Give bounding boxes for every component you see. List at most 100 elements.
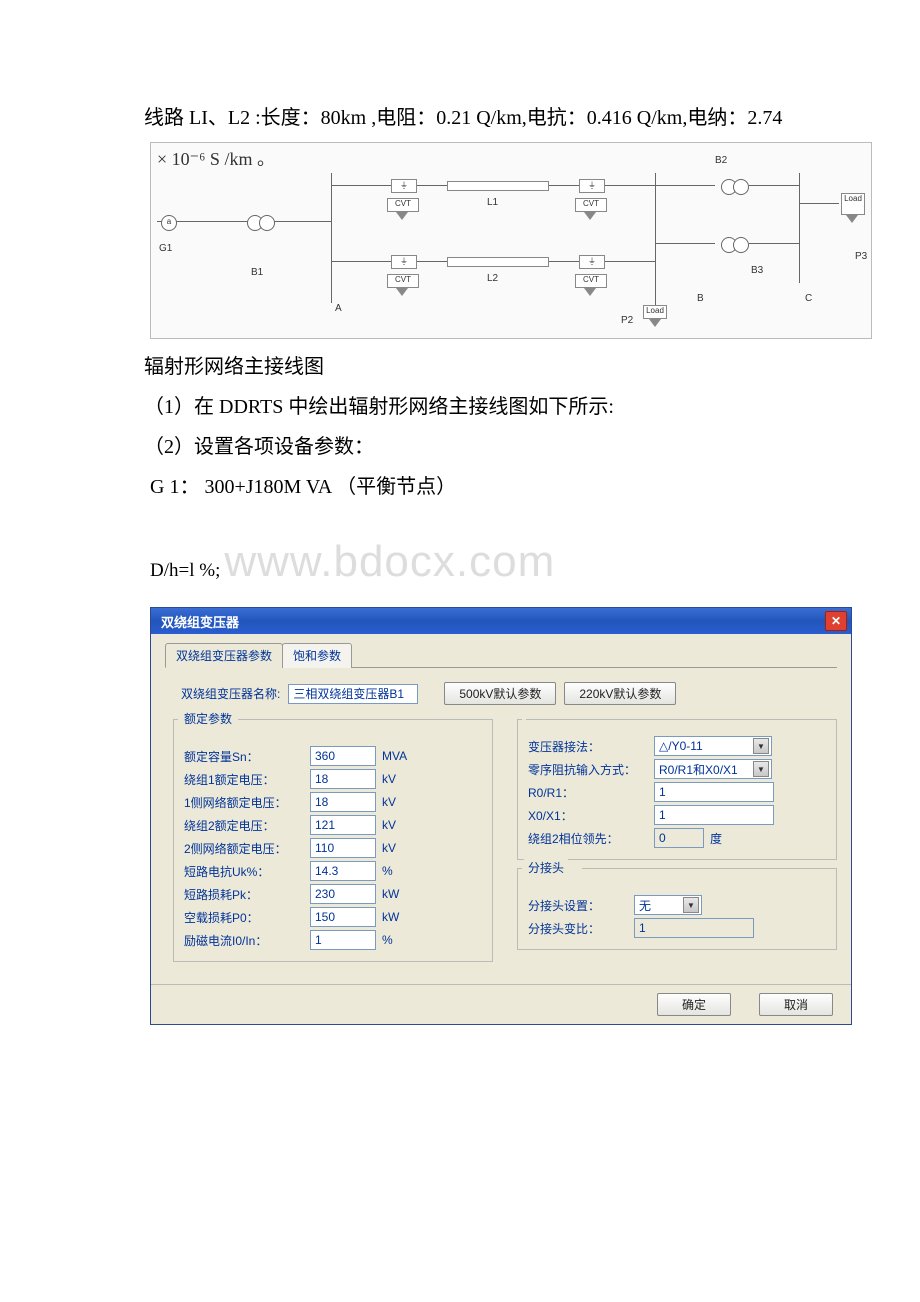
group-tap-legend: 分接头 (524, 859, 568, 876)
rated-label: 2侧网络额定电压： (184, 840, 304, 857)
rated-unit: kV (382, 818, 412, 832)
conn-row: R0/R1： 1 (528, 782, 826, 802)
line-l2 (447, 257, 549, 267)
rated-row: 励磁电流I0/In：1% (184, 930, 482, 950)
chevron-down-icon: ▼ (753, 761, 769, 777)
rated-row: 短路电抗Uk%：14.3% (184, 861, 482, 881)
label-g1: G1 (159, 243, 172, 254)
rated-label: 额定容量Sn： (184, 748, 304, 765)
switch-upper-left: ⏚ (391, 179, 417, 193)
tab-saturation[interactable]: 饱和参数 (282, 643, 352, 668)
name-label: 双绕组变压器名称: (181, 685, 280, 702)
rated-input[interactable]: 360 (310, 746, 376, 766)
readonly-field: 0 (654, 828, 704, 848)
label-p2: P2 (621, 315, 633, 326)
tap-combo[interactable]: 无▼ (634, 895, 702, 915)
step-2: （2）设置各项设备参数： (80, 429, 860, 465)
group-tap: 分接头 分接头设置：无▼分接头变比：1 (517, 868, 837, 950)
tap-ratio-field: 1 (634, 918, 754, 938)
rated-input[interactable]: 18 (310, 769, 376, 789)
combo-变压器接法：[interactable]: △/Y0-11▼ (654, 736, 772, 756)
rated-label: 绕组2额定电压： (184, 817, 304, 834)
transformer-name-input[interactable]: 三相双绕组变压器B1 (288, 684, 418, 704)
switch-upper-right: ⏚ (579, 179, 605, 193)
rated-unit: kV (382, 841, 412, 855)
rated-label: 短路损耗Pk： (184, 886, 304, 903)
fig-unit-expr: × 10⁻⁶ S /km 。 (157, 145, 275, 171)
rated-input[interactable]: 18 (310, 792, 376, 812)
btn-220kv-defaults[interactable]: 220kV默认参数 (564, 682, 676, 705)
switch-lower-right: ⏚ (579, 255, 605, 269)
conn-label: R0/R1： (528, 784, 648, 801)
chevron-down-icon: ▼ (753, 738, 769, 754)
rated-row: 短路损耗Pk： 230 kW (184, 884, 482, 904)
rated-unit: MVA (382, 749, 412, 763)
cvt-lower-right: CVT (575, 274, 607, 288)
rated-row: 绕组2额定电压： 121 kV (184, 815, 482, 835)
tap-label: 分接头设置： (528, 897, 628, 914)
cvt-upper-left: CVT (387, 198, 419, 212)
rated-row: 空载损耗P0：150kW (184, 907, 482, 927)
btn-500kv-defaults[interactable]: 500kV默认参数 (444, 682, 556, 705)
label-p3: P3 (855, 251, 867, 262)
line-l1 (447, 181, 549, 191)
group-rated-legend: 额定参数 (180, 710, 236, 727)
dialog-titlebar[interactable]: 双绕组变压器 ✕ (151, 608, 851, 634)
switch-lower-left: ⏚ (391, 255, 417, 269)
circuit-diagram: × 10⁻⁶ S /km 。 a G1 B1 ⏚ CVT L1 ⏚ CVT ⏚ … (150, 142, 872, 339)
load-p2: Load (643, 305, 667, 319)
rated-label: 绕组1额定电压： (184, 771, 304, 788)
rated-input[interactable]: 150 (310, 907, 376, 927)
rated-input[interactable]: 230 (310, 884, 376, 904)
watermark: www.bdocx.com (224, 537, 555, 587)
label-b3: B3 (751, 265, 763, 276)
chevron-down-icon: ▼ (683, 897, 699, 913)
text-input[interactable]: 1 (654, 805, 774, 825)
close-button[interactable]: ✕ (825, 611, 847, 631)
generator-icon: a (161, 215, 177, 231)
tap-label: 分接头变比： (528, 920, 628, 937)
rated-unit: % (382, 933, 412, 947)
rated-row: 绕组1额定电压：18kV (184, 769, 482, 789)
transformer-dialog: 双绕组变压器 ✕ 双绕组变压器参数 饱和参数 双绕组变压器名称: 三相双绕组变压… (150, 607, 852, 1025)
close-icon: ✕ (831, 615, 841, 627)
conn-label: 绕组2相位领先： (528, 830, 648, 847)
rated-input[interactable]: 110 (310, 838, 376, 858)
tap-row: 分接头设置： 无▼ (528, 895, 826, 915)
rated-input[interactable]: 14.3 (310, 861, 376, 881)
conn-label: 零序阻抗输入方式： (528, 761, 648, 778)
b2-circle-b (733, 179, 749, 195)
group-rated: 额定参数 额定容量Sn：360MVA绕组1额定电压：18kV1侧网络额定电压：1… (173, 719, 493, 962)
conn-label: 变压器接法： (528, 738, 648, 755)
cvt-upper-right: CVT (575, 198, 607, 212)
rated-input[interactable]: 121 (310, 815, 376, 835)
rated-row: 额定容量Sn： 360 MVA (184, 746, 482, 766)
label-b1: B1 (251, 267, 263, 278)
ok-button[interactable]: 确定 (657, 993, 731, 1016)
rated-label: 1侧网络额定电压： (184, 794, 304, 811)
rated-unit: % (382, 864, 412, 878)
tab-strip: 双绕组变压器参数 饱和参数 (165, 642, 837, 668)
rated-unit: kW (382, 887, 412, 901)
label-l1: L1 (487, 197, 498, 208)
conn-row: 绕组2相位领先：0度 (528, 828, 826, 848)
b3-circle-b (733, 237, 749, 253)
dialog-button-bar: 确定 取消 (151, 984, 851, 1024)
label-c: C (805, 293, 812, 304)
cancel-button[interactable]: 取消 (759, 993, 833, 1016)
text-input[interactable]: 1 (654, 782, 774, 802)
tab-params[interactable]: 双绕组变压器参数 (165, 643, 283, 668)
rated-unit: kW (382, 910, 412, 924)
rated-input[interactable]: 1 (310, 930, 376, 950)
g1-spec: G 1： 300+J180M VA （平衡节点） (150, 469, 860, 505)
cvt-lower-left: CVT (387, 274, 419, 288)
conn-row: X0/X1： 1 (528, 805, 826, 825)
conn-row: 零序阻抗输入方式： R0/R1和X0/X1▼ (528, 759, 826, 779)
conn-row: 变压器接法： △/Y0-11▼ (528, 736, 826, 756)
rated-unit: kV (382, 795, 412, 809)
conn-label: X0/X1： (528, 807, 648, 824)
dialog-title: 双绕组变压器 (161, 612, 239, 631)
step-1: （1）在 DDRTS 中绘出辐射形网络主接线图如下所示: (80, 389, 860, 425)
label-l2: L2 (487, 273, 498, 284)
combo-零序阻抗输入方式：[interactable]: R0/R1和X0/X1▼ (654, 759, 772, 779)
